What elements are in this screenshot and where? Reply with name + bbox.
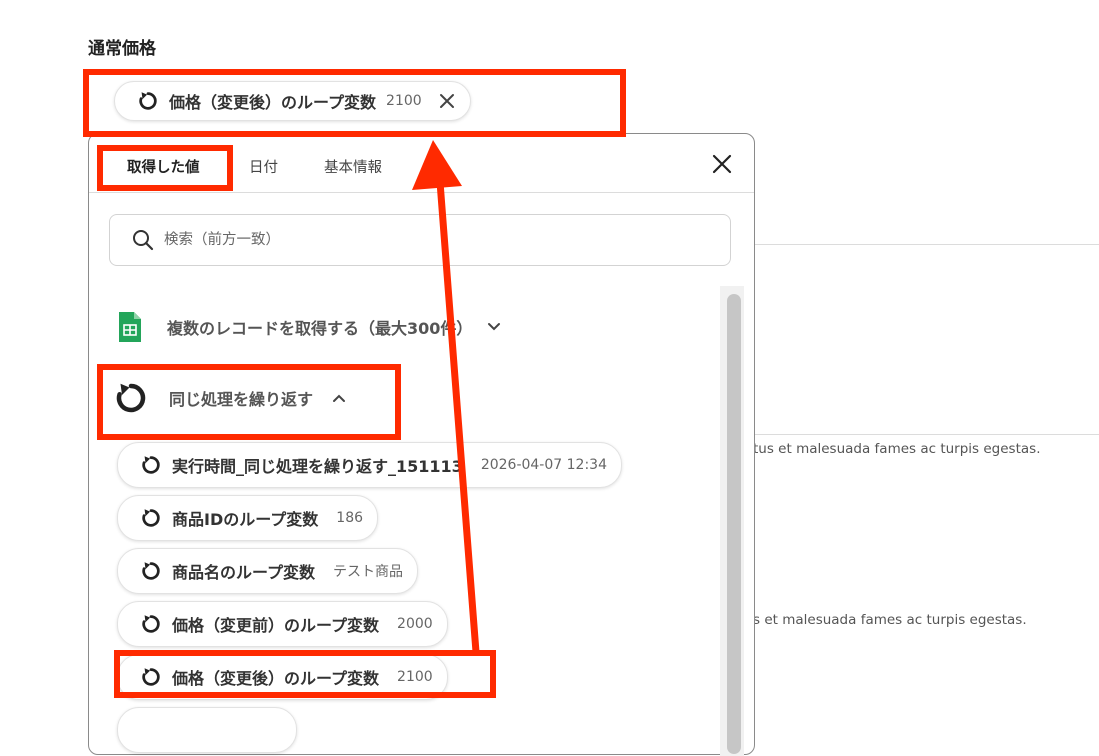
annotation-arrow (412, 140, 480, 656)
list-item[interactable] (117, 707, 297, 753)
